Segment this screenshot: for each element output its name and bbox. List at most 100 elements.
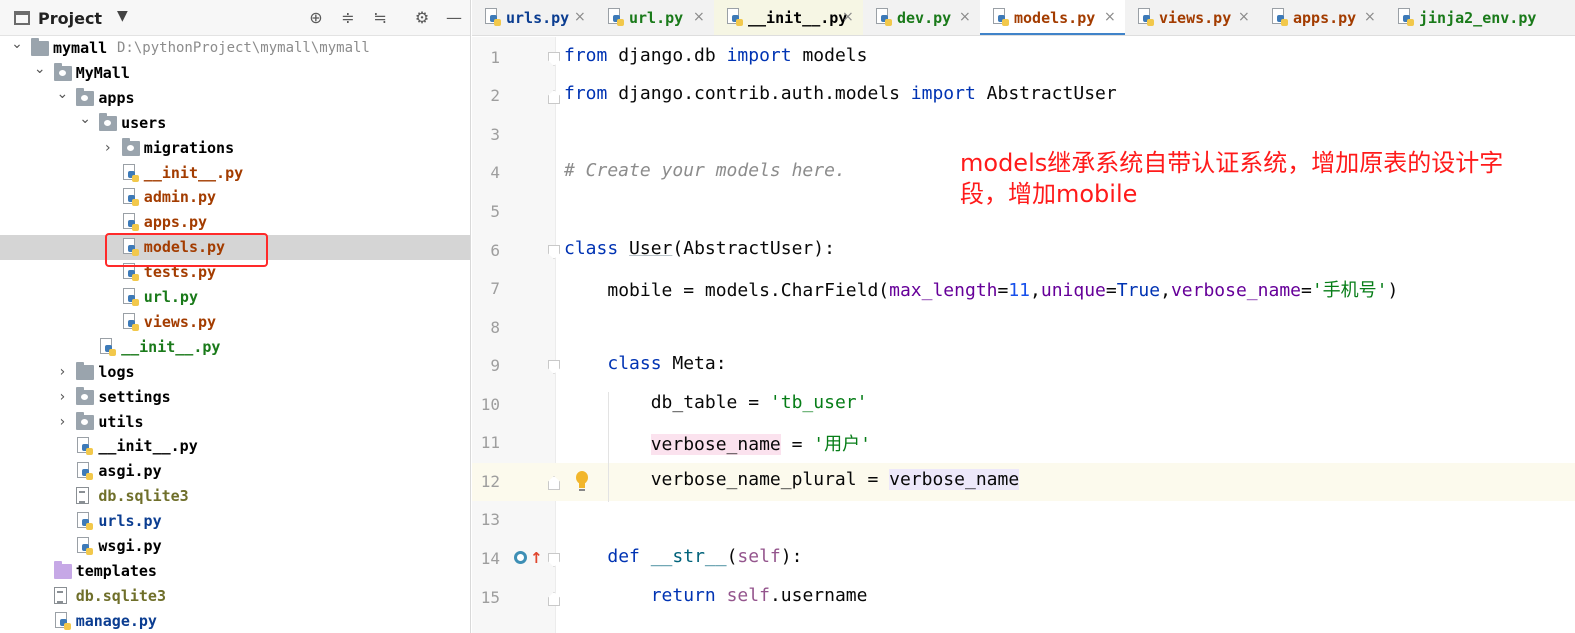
tree-item[interactable]: url.py bbox=[0, 285, 470, 310]
project-panel-title[interactable]: Project bbox=[38, 9, 102, 28]
annotation-text: models继承系统自带认证系统，增加原表的设计字段，增加mobile bbox=[960, 149, 1504, 208]
tree-item[interactable]: admin.py bbox=[0, 185, 470, 210]
editor-tab[interactable]: __init__.py × bbox=[714, 0, 863, 35]
code-line-11[interactable]: 11 verbose_name = '用户' bbox=[472, 424, 1575, 462]
code-line-7[interactable]: 7 mobile = models.CharField(max_length=1… bbox=[472, 270, 1575, 308]
tree-item[interactable]: ⌄ MyMall bbox=[0, 61, 470, 86]
close-icon[interactable]: × bbox=[1238, 9, 1250, 25]
project-view-icon bbox=[14, 11, 30, 25]
tree-item[interactable]: › migrations bbox=[0, 136, 470, 161]
chevron-right-icon[interactable]: › bbox=[101, 139, 115, 157]
tree-item-label: users bbox=[121, 113, 167, 132]
close-icon[interactable]: × bbox=[1364, 9, 1376, 25]
chevron-down-icon[interactable]: ⌄ bbox=[33, 60, 47, 78]
editor-tab[interactable]: url.py × bbox=[595, 0, 714, 35]
editor-tab[interactable]: urls.py × bbox=[472, 0, 595, 35]
tree-item-label: url.py bbox=[143, 288, 198, 306]
close-icon[interactable]: × bbox=[1104, 9, 1116, 25]
tree-item[interactable]: wsgi.py bbox=[0, 534, 470, 559]
chevron-right-icon[interactable]: › bbox=[55, 363, 69, 381]
python-file-icon bbox=[76, 437, 94, 456]
close-icon[interactable]: × bbox=[574, 9, 586, 25]
python-file-icon bbox=[54, 611, 71, 631]
code-line-1[interactable]: 1 from django.db import models bbox=[472, 39, 1575, 77]
tree-item[interactable]: apps.py bbox=[0, 210, 470, 235]
code-line-8[interactable]: 8 bbox=[472, 309, 1575, 347]
line-number: 3 bbox=[490, 125, 500, 144]
tree-item[interactable]: manage.py bbox=[0, 609, 470, 633]
tree-item[interactable]: ⌄ apps bbox=[0, 86, 470, 111]
editor-tab[interactable]: views.py × bbox=[1125, 0, 1259, 35]
fold-end-marker-icon[interactable] bbox=[548, 476, 560, 490]
tree-item[interactable]: db.sqlite3 bbox=[0, 584, 470, 609]
gear-icon[interactable]: ⚙ bbox=[411, 7, 433, 29]
code-line-9[interactable]: 9 class Meta: bbox=[472, 347, 1575, 385]
editor-tab[interactable]: apps.py × bbox=[1259, 0, 1385, 35]
tree-item[interactable]: db.sqlite3 bbox=[0, 484, 470, 509]
code-text: mobile = models.CharField(max_length=11,… bbox=[607, 280, 1399, 301]
python-file-icon bbox=[122, 213, 139, 232]
tree-item[interactable]: views.py bbox=[0, 310, 470, 335]
tree-item[interactable]: urls.py bbox=[0, 509, 470, 534]
close-icon[interactable]: × bbox=[959, 9, 971, 25]
line-number: 8 bbox=[490, 318, 500, 337]
fold-marker-icon[interactable] bbox=[548, 52, 560, 66]
tab-label: urls.py bbox=[506, 9, 570, 27]
tree-item[interactable]: __init__.py bbox=[0, 161, 470, 186]
tree-item-label: apps.py bbox=[143, 213, 208, 232]
chevron-right-icon[interactable]: › bbox=[55, 413, 69, 431]
database-file-icon bbox=[76, 487, 90, 505]
project-panel: Project ▼ ⊕ ≑ ≒ ⚙ — ⌄ mymall D:\pythonProj… bbox=[0, 0, 471, 633]
fold-end-marker-icon[interactable] bbox=[548, 592, 560, 606]
line-number: 2 bbox=[490, 86, 500, 105]
tree-item-label: settings bbox=[98, 387, 171, 406]
expand-all-icon[interactable]: ≑ bbox=[337, 7, 359, 29]
collapse-all-icon[interactable]: ≒ bbox=[369, 7, 391, 29]
chevron-down-icon[interactable]: ⌄ bbox=[10, 35, 24, 53]
tab-label: jinja2_env.py bbox=[1419, 9, 1537, 27]
tree-item[interactable]: __init__.py bbox=[0, 335, 470, 360]
chevron-down-icon[interactable]: ▼ bbox=[117, 8, 128, 24]
tree-item[interactable]: › settings bbox=[0, 385, 470, 410]
package-folder-icon bbox=[76, 386, 95, 405]
line-number: 12 bbox=[480, 472, 500, 491]
fold-marker-icon[interactable] bbox=[548, 553, 560, 567]
tree-item[interactable]: asgi.py bbox=[0, 459, 470, 484]
code-line-15[interactable]: 15 return self.username bbox=[472, 579, 1575, 617]
locate-file-icon[interactable]: ⊕ bbox=[305, 7, 327, 29]
tree-item-label: urls.py bbox=[98, 512, 162, 531]
code-line-10[interactable]: 10 db_table = 'tb_user' bbox=[472, 386, 1575, 424]
code-line-12[interactable]: 12 verbose_name_plural = verbose_name bbox=[472, 463, 1575, 501]
python-file-icon bbox=[484, 8, 501, 27]
code-line-2[interactable]: 2 from django.contrib.auth.models import… bbox=[472, 77, 1575, 115]
editor-tab[interactable]: models.py × bbox=[980, 0, 1125, 35]
tree-item[interactable]: ⌄ mymall D:\pythonProject\mymall\mymall bbox=[0, 36, 470, 61]
editor-tab[interactable]: dev.py × bbox=[863, 0, 980, 35]
editor-tab-bar: urls.py × url.py × __init__.py × dev.py × models… bbox=[472, 0, 1575, 36]
code-line-6[interactable]: 6 class User(AbstractUser): bbox=[472, 232, 1575, 270]
fold-marker-icon[interactable] bbox=[548, 360, 560, 374]
tree-item[interactable]: __init__.py bbox=[0, 434, 470, 459]
hide-panel-icon[interactable]: — bbox=[443, 7, 465, 29]
chevron-down-icon[interactable]: ⌄ bbox=[78, 110, 92, 128]
line-number: 6 bbox=[490, 241, 500, 260]
tree-item-path: D:\pythonProject\mymall\mymall bbox=[117, 40, 370, 56]
close-icon[interactable]: × bbox=[693, 9, 705, 25]
tree-item[interactable]: templates bbox=[0, 559, 470, 584]
line-number: 15 bbox=[480, 588, 500, 607]
fold-end-marker-icon[interactable] bbox=[548, 90, 560, 104]
code-line-14[interactable]: 14 ↑ def __str__(self): bbox=[472, 540, 1575, 578]
fold-marker-icon[interactable] bbox=[548, 245, 560, 259]
tree-item[interactable]: › logs bbox=[0, 360, 470, 385]
package-folder-icon bbox=[76, 411, 95, 430]
override-method-icon[interactable]: ↑ bbox=[514, 549, 543, 569]
editor-tab[interactable]: jinja2_env.py bbox=[1385, 0, 1565, 35]
close-icon[interactable]: × bbox=[842, 9, 854, 25]
chevron-right-icon[interactable]: › bbox=[55, 388, 69, 406]
chevron-down-icon[interactable]: ⌄ bbox=[55, 85, 69, 103]
tree-item[interactable]: ⌄ users bbox=[0, 111, 470, 136]
tree-item[interactable]: › utils bbox=[0, 410, 470, 435]
code-line-13[interactable]: 13 bbox=[472, 501, 1575, 539]
code-editor[interactable]: 1 from django.db import models 2 from dj… bbox=[472, 37, 1575, 633]
python-file-icon bbox=[99, 337, 117, 357]
